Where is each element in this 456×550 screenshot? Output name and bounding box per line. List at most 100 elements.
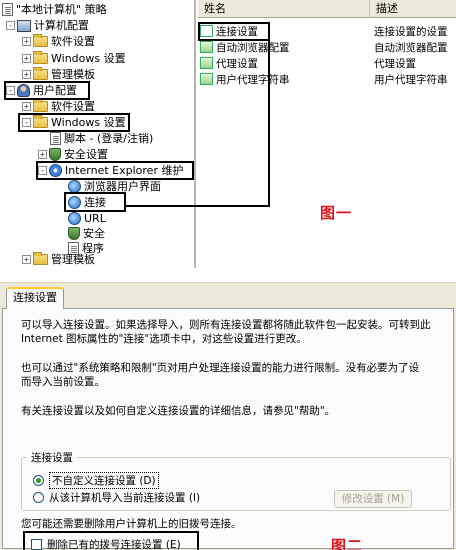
list-row[interactable]: 自动浏览器配置 自动浏览器配置 (198, 40, 456, 54)
tree-node-windows-settings[interactable]: + Windows 设置 (22, 51, 126, 66)
list-row[interactable]: 用户代理字符串 用户代理字符串 (198, 72, 456, 86)
tree-node-label: 脚本 - (登录/注销) (64, 132, 154, 145)
tree-node-user-config[interactable]: - 用户配置 (6, 83, 77, 98)
folder-icon (33, 34, 48, 47)
row-description: 自动浏览器配置 (374, 41, 448, 54)
radio-import-current[interactable]: 从该计算机导入当前连接设置 (I) (33, 490, 200, 505)
annotation-connector (124, 205, 270, 207)
tree-node-security-settings[interactable]: + 安全设置 (38, 147, 108, 162)
folder-icon (33, 252, 48, 265)
radio-label: 不自定义连接设置 (D) (49, 472, 159, 489)
tree-node-computer-config[interactable]: - 计算机配置 (6, 18, 89, 33)
tree-node-connection[interactable]: 连接 (68, 195, 106, 210)
globe-icon (68, 196, 81, 209)
tree-node-label: 浏览器用户界面 (84, 180, 161, 193)
tree-node-label: 管理模板 (51, 253, 95, 266)
settings-icon (200, 25, 213, 37)
tree-node-label: 软件设置 (51, 100, 95, 113)
row-description: 用户代理字符串 (374, 73, 448, 86)
tab-connection-settings[interactable]: 连接设置 (6, 287, 64, 309)
restriction-text-line-2: 而导入当前设置。 (21, 376, 105, 388)
policy-tree: "本地计算机" 策略 - 计算机配置 + 软件设置 + Windows 设置 +… (0, 0, 196, 268)
shield-icon (49, 148, 61, 161)
tree-node-ie-maintenance[interactable]: - Internet Explorer 维护 (38, 163, 183, 178)
tab-panel: 可以导入连接设置。如果选择导入，则所有连接设置都将随此软件包一起安装。可转到此 … (2, 308, 454, 550)
column-header-description[interactable]: 描述 (370, 0, 456, 18)
group-title: 连接设置 (27, 450, 77, 465)
tree-node-label: Internet Explorer 维护 (65, 164, 184, 177)
row-name: 用户代理字符串 (216, 73, 290, 86)
expand-icon[interactable]: + (38, 150, 47, 159)
folder-icon (33, 115, 48, 128)
tree-node-url[interactable]: URL (68, 211, 106, 226)
expand-icon[interactable]: + (22, 255, 31, 264)
help-text: 有关连接设置以及如何自定义连接设置的详细信息，请参见"帮助"。 (21, 405, 336, 417)
modify-settings-button[interactable]: 修改设置 (M) (334, 490, 412, 508)
script-doc-icon (50, 132, 61, 145)
tree-node-label: 管理模板 (51, 68, 95, 81)
tree-node-local-policy[interactable]: "本地计算机" 策略 (2, 2, 107, 17)
collapse-icon[interactable]: - (6, 21, 15, 30)
tree-node-label: Windows 设置 (51, 116, 126, 129)
tree-node-label: 安全设置 (64, 148, 108, 161)
radio-selected-icon[interactable] (33, 475, 44, 486)
collapse-icon[interactable]: - (22, 118, 31, 127)
delete-note: 您可能还需要删除用户计算机上的旧拨号连接。 (21, 518, 242, 530)
intro-text-line-1: 可以导入连接设置。如果选择导入，则所有连接设置都将随此软件包一起安装。可转到此 (21, 319, 431, 331)
policy-doc-icon (2, 3, 13, 16)
tree-node-label: 连接 (84, 196, 106, 209)
globe-icon (68, 180, 81, 193)
tree-node-label: URL (84, 212, 106, 225)
row-name: 自动浏览器配置 (216, 41, 290, 54)
tree-node-admin-templates[interactable]: + 管理模板 (22, 67, 95, 82)
list-row[interactable]: 代理设置 代理设置 (198, 56, 456, 70)
column-header-name[interactable]: 姓名 (198, 0, 370, 18)
row-name: 连接设置 (216, 23, 258, 39)
settings-icon (200, 57, 213, 69)
collapse-icon[interactable]: - (38, 166, 47, 175)
tree-node-label: 安全 (83, 227, 105, 240)
list-row[interactable]: 连接设置 连接设置的设置 (198, 23, 456, 39)
user-icon (17, 84, 30, 97)
tree-node-user-windows-settings[interactable]: - Windows 设置 (22, 115, 126, 130)
settings-icon (200, 73, 213, 85)
expand-icon[interactable]: + (22, 54, 31, 63)
figure-label-2: 图二 (331, 537, 364, 550)
ie-icon (49, 164, 62, 177)
figure-label-1: 图一 (320, 204, 353, 222)
tree-node-label: 用户配置 (33, 84, 77, 97)
collapse-icon[interactable]: - (6, 86, 15, 95)
annotation-connector (268, 38, 270, 207)
row-description: 连接设置的设置 (374, 25, 448, 38)
tree-node-label: Windows 设置 (51, 52, 126, 65)
highlight-delete-checkbox (23, 531, 199, 550)
connection-settings-dialog: 可以导入连接设置。如果选择导入，则所有连接设置都将随此软件包一起安装。可转到此 … (0, 282, 456, 550)
restriction-text-line-1: 也可以通过"系统策略和限制"页对用户处理连接设置的能力进行限制。没有必要为了设 (21, 362, 420, 374)
settings-icon (200, 41, 213, 53)
tree-node-user-software-settings[interactable]: + 软件设置 (22, 99, 95, 114)
computer-icon (17, 19, 31, 32)
tree-node-browser-ui[interactable]: 浏览器用户界面 (68, 179, 161, 194)
tree-node-security[interactable]: 安全 (68, 226, 105, 241)
expand-icon[interactable]: + (22, 102, 31, 111)
radio-label: 从该计算机导入当前连接设置 (I) (49, 492, 201, 504)
tree-node-scripts[interactable]: 脚本 - (登录/注销) (50, 131, 153, 146)
folder-icon (33, 51, 48, 64)
radio-icon[interactable] (33, 492, 44, 503)
expand-icon[interactable]: + (22, 70, 31, 79)
tree-node-software-settings[interactable]: + 软件设置 (22, 34, 95, 49)
expand-icon[interactable]: + (22, 37, 31, 46)
globe-icon (68, 212, 81, 225)
tree-node-label: 计算机配置 (34, 19, 89, 32)
list-header: 姓名 描述 (198, 0, 456, 18)
shield-icon (68, 227, 80, 240)
row-name: 代理设置 (216, 57, 258, 70)
intro-text-line-2: Internet 图标属性的"连接"选项卡中，对这些设置进行更改。 (21, 333, 307, 345)
folder-icon (33, 99, 48, 112)
separator (0, 268, 456, 282)
tree-node-user-admin-templates[interactable]: + 管理模板 (22, 252, 95, 267)
radio-do-not-customize[interactable]: 不自定义连接设置 (D) (33, 472, 159, 489)
tree-node-label: "本地计算机" 策略 (16, 3, 107, 16)
policy-detail-list: 姓名 描述 连接设置 连接设置的设置 自动浏览器配置 自动浏览器配置 代理设置 … (198, 0, 456, 268)
row-description: 代理设置 (374, 57, 416, 70)
